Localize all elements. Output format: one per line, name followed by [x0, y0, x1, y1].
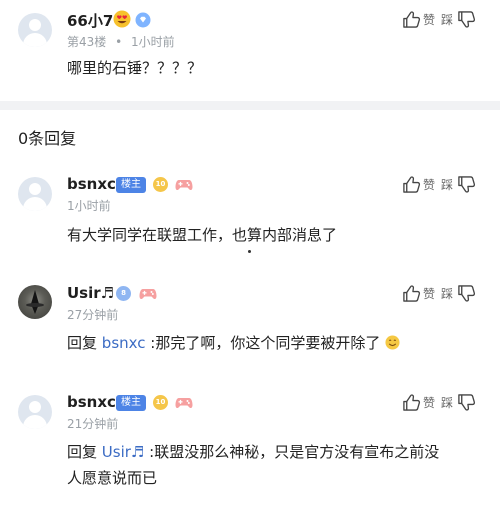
comment-text: 有大学同学在联盟工作，也算内部消息了: [67, 226, 338, 244]
thumbs-up-icon[interactable]: [402, 284, 421, 303]
vote-group: 赞踩: [402, 393, 476, 412]
vote-group: 赞踩: [402, 284, 476, 303]
username[interactable]: 66小7: [67, 10, 113, 31]
section-divider: [0, 101, 500, 110]
like-label[interactable]: 赞: [423, 396, 435, 410]
gamepad-icon: [175, 180, 193, 191]
avatar[interactable]: [18, 395, 52, 429]
reply-body: :联盟没那么神秘，只是官方没有宣布之前没: [144, 443, 440, 461]
owner-badge: 楼主: [116, 177, 146, 193]
comment-text: 回复 Usir♬ :联盟没那么神秘，只是官方没有宣布之前没 人愿意说而已: [67, 439, 487, 491]
owner-badge: 楼主: [116, 395, 146, 411]
level-badge: 8: [116, 286, 131, 301]
thumbs-down-icon[interactable]: [457, 175, 476, 194]
comment-time: 1小时前: [67, 199, 111, 213]
thumbs-up-icon[interactable]: [402, 175, 421, 194]
gamepad-icon: [139, 289, 157, 300]
thumbs-down-icon[interactable]: [457, 10, 476, 29]
level-badge: 10: [153, 395, 168, 410]
thumbs-down-icon[interactable]: [457, 393, 476, 412]
reply-prefix: 回复: [67, 334, 98, 352]
post-text: 哪里的石锤？？？？: [67, 59, 203, 77]
thumbs-up-icon[interactable]: [402, 10, 421, 29]
like-label[interactable]: 赞: [423, 287, 435, 301]
dislike-label[interactable]: 踩: [441, 396, 453, 410]
avatar[interactable]: [18, 177, 52, 211]
dislike-label[interactable]: 踩: [441, 287, 453, 301]
comment-time: 21分钟前: [67, 417, 119, 431]
comment-text: 回复 bsnxc :那完了啊，你这个同学要被开除了: [67, 330, 400, 356]
dot-mark: [248, 250, 251, 253]
spinning-top-icon: [26, 290, 44, 314]
reply-body: :那完了啊，你这个同学要被开除了: [145, 334, 381, 352]
dislike-label[interactable]: 踩: [441, 178, 453, 192]
meta-separator: •: [115, 35, 123, 49]
avatar[interactable]: [18, 285, 52, 319]
floor-meta: 第43楼 • 1小时前: [67, 33, 175, 50]
thumbs-up-icon[interactable]: [402, 393, 421, 412]
username[interactable]: Usir♬: [67, 284, 114, 302]
comment-line: 人愿意说而已: [67, 469, 158, 487]
verified-badge-icon: [135, 12, 151, 28]
reply-prefix: 回复: [67, 443, 98, 461]
post-time: 1小时前: [131, 35, 175, 49]
gamepad-icon: [175, 398, 193, 409]
like-label[interactable]: 赞: [423, 178, 435, 192]
thumbs-down-icon[interactable]: [457, 284, 476, 303]
replies-header: 0条回复: [18, 129, 77, 148]
heart-eyes-emoji-icon: [113, 10, 131, 28]
comment-time: 27分钟前: [67, 308, 119, 322]
username[interactable]: bsnxc: [67, 393, 116, 411]
level-badge: 10: [153, 177, 168, 192]
reply-mention-link[interactable]: Usir♬: [102, 443, 145, 461]
like-label[interactable]: 赞: [423, 13, 435, 27]
floor-number: 第43楼: [67, 35, 107, 49]
username[interactable]: bsnxc: [67, 175, 116, 193]
smile-emoji-icon: [385, 335, 400, 350]
comment-line: 回复 Usir♬ :联盟没那么神秘，只是官方没有宣布之前没: [67, 439, 487, 465]
vote-group: 赞踩: [402, 175, 476, 194]
vote-group: 赞踩: [402, 10, 476, 29]
avatar[interactable]: [18, 13, 52, 47]
dislike-label[interactable]: 踩: [441, 13, 453, 27]
reply-mention-link[interactable]: bsnxc: [102, 334, 146, 352]
